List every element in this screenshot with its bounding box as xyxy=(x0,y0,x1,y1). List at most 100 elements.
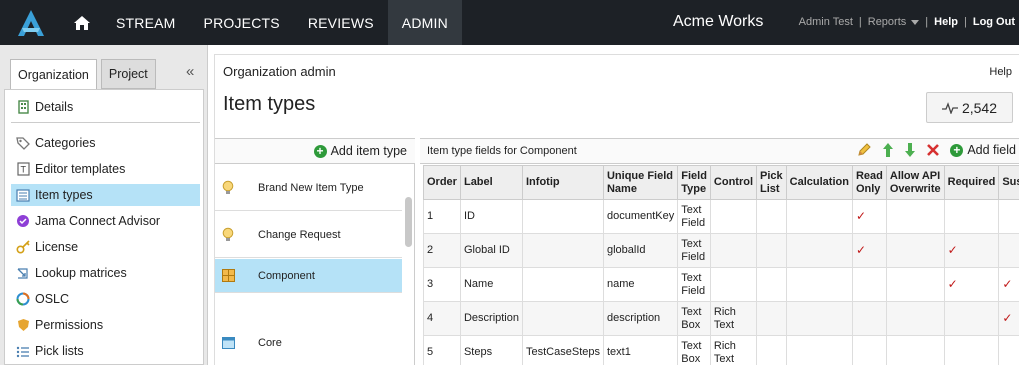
column-header[interactable]: Pick List xyxy=(756,165,787,200)
sidebar-item-editor-templates[interactable]: T Editor templates xyxy=(11,158,200,180)
add-field-label: Add field xyxy=(967,143,1016,157)
admin-menu: Details Categories T Editor templates It… xyxy=(4,89,204,365)
column-header[interactable]: Unique Field Name xyxy=(602,165,679,200)
table-cell xyxy=(756,199,787,234)
column-header[interactable]: Required xyxy=(943,165,1000,200)
column-header[interactable]: Susp xyxy=(998,165,1019,200)
table-cell xyxy=(785,301,853,336)
table-cell: Text Field xyxy=(677,199,711,234)
move-down-icon[interactable] xyxy=(904,142,916,158)
sidebar-item-jama-connect-advisor[interactable]: Jama Connect Advisor xyxy=(11,210,200,232)
table-cell xyxy=(885,199,945,234)
table-row[interactable]: 4 Description description Text Box Rich Text… xyxy=(423,301,1019,336)
table-cell xyxy=(756,335,787,365)
nav-admin[interactable]: ADMIN xyxy=(387,0,462,45)
tag-icon xyxy=(15,135,31,151)
nav-stream[interactable]: STREAM xyxy=(102,0,190,45)
window-icon xyxy=(220,337,236,349)
plus-icon: + xyxy=(313,144,327,158)
svg-text:T: T xyxy=(20,165,26,175)
table-cell: Text Box xyxy=(677,335,711,365)
item-count: 2,542 xyxy=(961,99,998,116)
add-item-type-button[interactable]: + Add item type xyxy=(215,139,415,164)
table-cell xyxy=(851,267,887,302)
lightbulb-icon xyxy=(220,180,236,195)
table-cell: globalId xyxy=(602,233,679,268)
help-link[interactable]: Help xyxy=(934,16,958,28)
checkmark-icon: ✓ xyxy=(851,233,887,268)
table-cell: 3 xyxy=(423,267,461,302)
table-cell: Text Field xyxy=(677,267,711,302)
sidebar-item-details[interactable]: Details xyxy=(11,96,200,118)
sidebar-item-label: Jama Connect Advisor xyxy=(35,214,161,228)
checkmark-icon: ✓ xyxy=(998,301,1019,336)
sidebar-item-license[interactable]: License xyxy=(11,236,200,258)
table-cell xyxy=(885,335,945,365)
table-cell xyxy=(709,267,758,302)
item-type-row[interactable]: Core xyxy=(215,319,402,365)
add-field-button[interactable]: + Add field xyxy=(950,143,1016,157)
chevron-down-icon[interactable] xyxy=(911,19,920,25)
tab-organization[interactable]: Organization xyxy=(10,59,97,90)
scrollbar[interactable] xyxy=(405,197,412,247)
table-cell xyxy=(851,301,887,336)
table-row[interactable]: 1 ID documentKey Text Field ✓ xyxy=(423,199,1019,234)
admin-sidebar: Organization Project « Details Categorie… xyxy=(0,45,208,365)
sidebar-item-item-types[interactable]: Item types xyxy=(11,184,200,206)
item-type-label: Core xyxy=(258,337,282,349)
sidebar-item-label: Item types xyxy=(35,188,93,202)
item-type-label: Component xyxy=(258,269,315,282)
oslc-icon xyxy=(15,291,31,307)
tab-project[interactable]: Project xyxy=(100,59,156,89)
help-link[interactable]: Help xyxy=(989,66,1012,78)
column-header[interactable]: Label xyxy=(459,165,524,200)
column-header[interactable]: Field Type xyxy=(677,165,711,200)
logout-link[interactable]: Log Out xyxy=(973,16,1015,28)
sidebar-item-oslc[interactable]: OSLC xyxy=(11,288,200,310)
table-cell xyxy=(522,301,604,336)
table-cell xyxy=(785,199,853,234)
table-cell: ID xyxy=(459,199,524,234)
item-types-panel: + Add item type Brand New Item Type Chan… xyxy=(215,138,415,365)
sidebar-item-label: License xyxy=(35,240,79,254)
table-cell xyxy=(885,233,945,268)
table-cell xyxy=(943,335,1000,365)
collapse-sidebar-icon[interactable]: « xyxy=(186,63,194,80)
table-row[interactable]: 5 Steps TestCaseSteps text1 Text Box Rich Tex… xyxy=(423,335,1019,365)
sidebar-item-label: Details xyxy=(35,100,74,114)
table-row[interactable]: 2 Global ID globalId Text Field ✓ ✓ xyxy=(423,233,1019,268)
nav-reviews[interactable]: REVIEWS xyxy=(294,0,388,45)
organization-name: Acme Works xyxy=(673,13,764,30)
sidebar-item-permissions[interactable]: Permissions xyxy=(11,314,200,336)
edit-icon[interactable] xyxy=(856,142,872,158)
nav-projects[interactable]: PROJECTS xyxy=(190,0,294,45)
template-icon: T xyxy=(15,161,31,177)
column-header[interactable]: Allow API Overwrite xyxy=(885,165,945,200)
sidebar-item-lookup-matrices[interactable]: Lookup matrices xyxy=(11,262,200,284)
table-row[interactable]: 3 Name name Text Field ✓ ✓ xyxy=(423,267,1019,302)
item-count-badge[interactable]: 2,542 xyxy=(926,92,1013,123)
item-type-row[interactable]: Change Request xyxy=(215,212,402,258)
sidebar-item-categories[interactable]: Categories xyxy=(11,132,200,154)
delete-icon[interactable] xyxy=(926,143,940,157)
table-cell xyxy=(785,267,853,302)
item-type-row-selected[interactable]: Component xyxy=(215,259,402,293)
item-type-row[interactable]: Brand New Item Type xyxy=(215,165,402,211)
user-name[interactable]: Admin Test xyxy=(799,16,853,28)
column-header[interactable]: Control xyxy=(709,165,758,200)
item-type-label: Brand New Item Type xyxy=(258,181,364,194)
column-header[interactable]: Read Only xyxy=(851,165,887,200)
table-cell: Text Field xyxy=(677,233,711,268)
sidebar-item-pick-lists[interactable]: Pick lists xyxy=(11,340,200,362)
column-header[interactable]: Infotip xyxy=(522,165,604,200)
column-header[interactable]: Order xyxy=(423,165,461,200)
move-up-icon[interactable] xyxy=(882,142,894,158)
jama-logo[interactable] xyxy=(0,0,62,45)
table-cell xyxy=(522,199,604,234)
matrix-icon xyxy=(15,265,31,281)
column-header[interactable]: Calculation xyxy=(785,165,853,200)
reports-menu[interactable]: Reports xyxy=(868,16,907,28)
checkmark-icon: ✓ xyxy=(943,233,1000,268)
home-icon[interactable] xyxy=(62,0,102,45)
fields-table: Order Label Infotip Unique Field Name Field … xyxy=(423,165,1019,365)
